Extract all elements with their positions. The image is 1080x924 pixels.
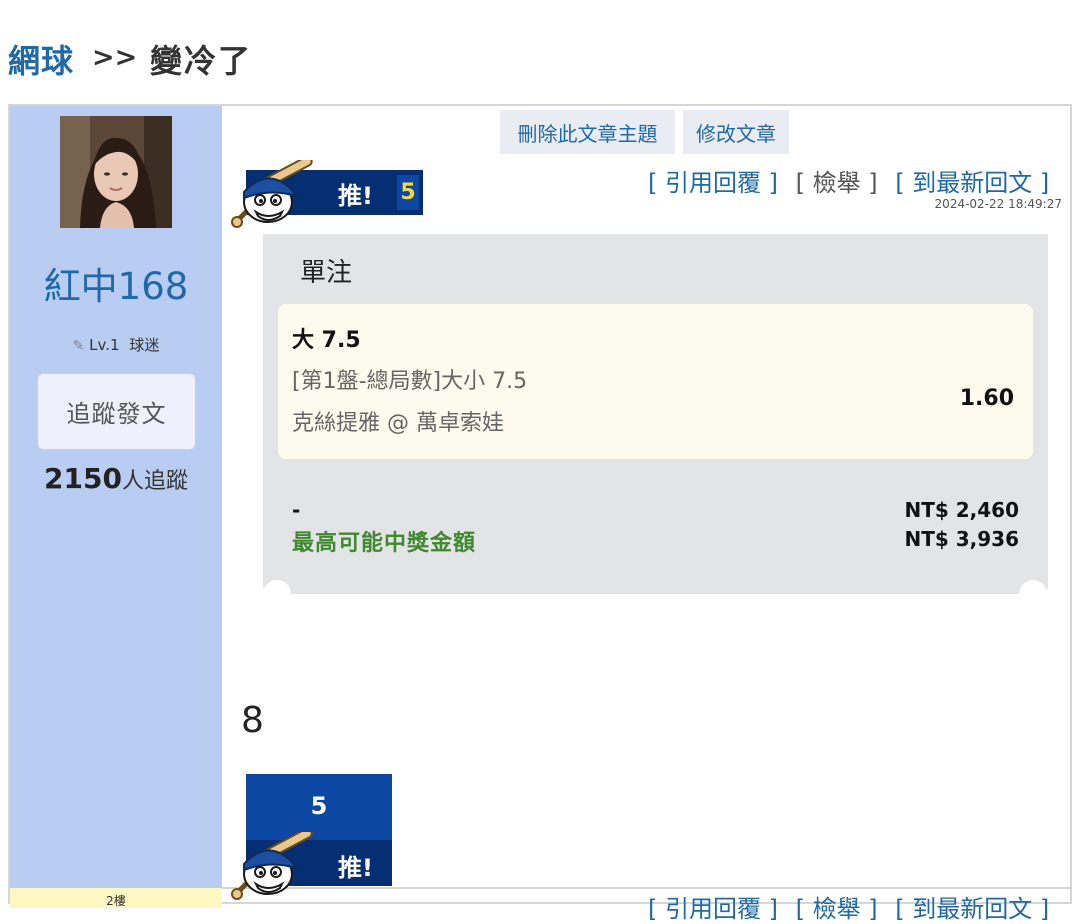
quote-reply-link[interactable]: [ 引用回覆 ] xyxy=(648,169,778,197)
post-timestamp: 2024-02-22 18:49:27 xyxy=(934,197,1062,211)
pencil-icon: ✎ xyxy=(72,338,85,354)
bet-type: 單注 xyxy=(300,258,353,288)
post-actions: [ 引用回覆 ] [ 檢舉 ] [ 到最新回文 ] xyxy=(648,163,1049,198)
stake-label: - xyxy=(292,498,301,522)
push-label: 推! xyxy=(338,854,373,882)
selection-market: [第1盤-總局數]大小 7.5 xyxy=(292,369,528,394)
avatar[interactable] xyxy=(60,116,172,228)
payout-label: 最高可能中獎金額 xyxy=(292,531,477,556)
level-value: Lv.1 xyxy=(89,336,120,354)
card-cutoff xyxy=(240,594,1070,614)
follow-button[interactable]: 追蹤發文 xyxy=(37,373,196,450)
quote-reply-link[interactable]: [ 引用回覆 ] xyxy=(648,895,778,923)
report-link[interactable]: [ 檢舉 ] xyxy=(796,169,878,197)
page-title: 變冷了 xyxy=(150,42,253,80)
next-post-actions: [ 引用回覆 ] [ 檢舉 ] [ 到最新回文 ] xyxy=(648,889,1049,924)
author-name[interactable]: 紅中168 xyxy=(10,256,222,310)
stake-amount: NT$ 2,460 xyxy=(904,498,1019,522)
follower-number: 2150 xyxy=(44,462,122,495)
delete-topic-button[interactable]: 刪除此文章主題 xyxy=(500,110,675,154)
post-body: 8 xyxy=(241,700,264,741)
edit-post-button[interactable]: 修改文章 xyxy=(683,110,789,154)
selection-match: 克絲提雅 @ 萬卓索娃 xyxy=(292,411,504,436)
level-label: 球迷 xyxy=(129,336,160,354)
push-label: 推! xyxy=(338,182,373,210)
selection-name: 大 7.5 xyxy=(292,328,361,353)
push-count: 5 xyxy=(397,175,419,210)
report-link[interactable]: [ 檢舉 ] xyxy=(796,895,878,923)
author-level: ✎ Lv.1 球迷 xyxy=(10,334,222,355)
push-count: 5 xyxy=(310,792,328,820)
follower-suffix: 人追蹤 xyxy=(121,469,188,494)
breadcrumb-category[interactable]: 網球 xyxy=(8,36,74,82)
latest-reply-link[interactable]: [ 到最新回文 ] xyxy=(895,169,1049,197)
selection-odds: 1.60 xyxy=(959,386,1014,411)
latest-reply-link[interactable]: [ 到最新回文 ] xyxy=(895,895,1049,923)
breadcrumb-separator: >> xyxy=(92,42,138,73)
payout-amount: NT$ 3,936 xyxy=(904,527,1019,551)
follower-count: 2150人追蹤 xyxy=(10,462,222,495)
baseball-mascot-icon xyxy=(231,832,313,900)
baseball-mascot-icon xyxy=(231,160,313,228)
floor-label: 2樓 xyxy=(106,894,126,908)
